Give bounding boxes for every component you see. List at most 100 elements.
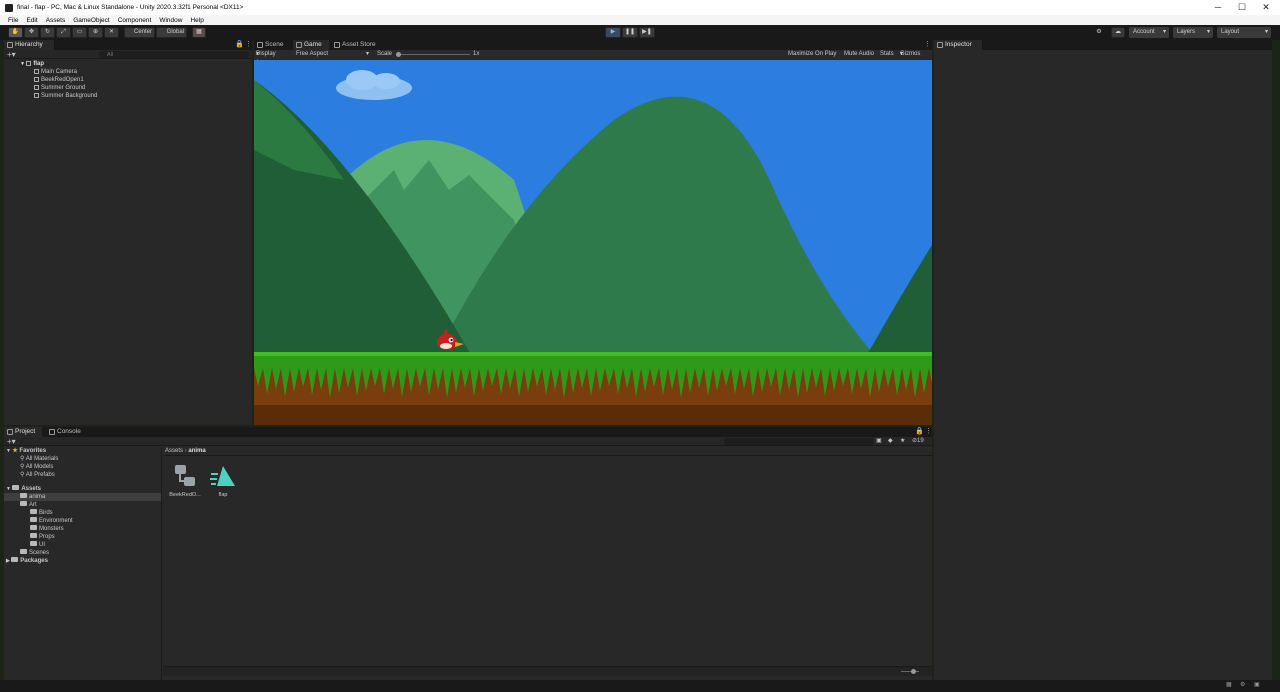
create-plus-icon[interactable]: +▾	[7, 437, 16, 446]
tab-hierarchy[interactable]: Hierarchy	[4, 40, 54, 50]
menu-gameobject[interactable]: GameObject	[73, 17, 110, 24]
create-plus-icon[interactable]: +▾	[7, 50, 16, 59]
bug-icon[interactable]: ⚙	[1240, 681, 1245, 688]
gizmos-dropdown[interactable]: Gizmos ▾	[900, 50, 920, 59]
tree-item[interactable]: Environment	[4, 517, 161, 525]
tree-item[interactable]: Props	[4, 533, 161, 541]
favorite-item[interactable]: ⚲ All Prefabs	[20, 471, 55, 479]
menu-assets[interactable]: Assets	[46, 17, 66, 24]
tab-inspector[interactable]: Inspector	[934, 40, 982, 50]
folder-icon	[30, 509, 37, 514]
favorites-header[interactable]: ▼ ★ Favorites	[6, 447, 46, 455]
game-tab-label: Game	[304, 41, 322, 48]
custom-tool-icon[interactable]: ✕	[104, 27, 119, 38]
filter-type-icon[interactable]: ▣	[876, 437, 882, 446]
lock-icon[interactable]: 🔒	[235, 40, 244, 50]
account-dropdown[interactable]: Account	[1129, 27, 1169, 38]
rect-tool-icon[interactable]: ▭	[72, 27, 87, 38]
main-toolbar: ✋ ✥ ↻ ⤢ ▭ ⊕ ✕ Center Global ▦ ▶ ❚❚ ▶❚ ⚙ …	[0, 25, 1280, 40]
hidden-packages-toggle[interactable]: ⊘19	[912, 437, 924, 446]
panel-menu-icon[interactable]: ⋮	[245, 40, 252, 50]
assets-header[interactable]: ▼ Assets	[6, 485, 41, 493]
favorite-item[interactable]: ⚲ All Models	[20, 463, 53, 471]
breadcrumb-anima[interactable]: anima	[188, 448, 205, 454]
menu-help[interactable]: Help	[190, 17, 203, 24]
animator-controller-icon	[175, 465, 195, 486]
hierarchy-search-input[interactable]	[99, 51, 249, 58]
lock-icon[interactable]: 🔒	[915, 427, 924, 437]
tree-item-label: Props	[39, 534, 55, 540]
hierarchy-panel: Hierarchy 🔒 ⋮ +▾ ▼ flap Main Camera Beek…	[4, 40, 252, 425]
folder-icon	[12, 485, 20, 490]
step-button[interactable]: ▶❚	[639, 27, 655, 38]
asset-animator-controller[interactable]: BeekRedO...	[165, 462, 205, 498]
pivot-center-toggle[interactable]: Center	[124, 27, 155, 38]
layout-dropdown[interactable]: Layout	[1217, 27, 1271, 38]
tree-item[interactable]: Art	[4, 501, 161, 509]
tree-item[interactable]: Birds	[4, 509, 161, 517]
rotate-tool-icon[interactable]: ↻	[40, 27, 55, 38]
panel-menu-icon[interactable]: ⋮	[925, 427, 932, 437]
tab-console[interactable]: Console	[46, 427, 86, 437]
close-button[interactable]: ✕	[1254, 0, 1278, 15]
gameobject-icon	[34, 93, 39, 98]
cloud-icon[interactable]: ☁	[1111, 27, 1125, 38]
filter-label-icon[interactable]: ◆	[888, 437, 893, 446]
display-dropdown[interactable]: Display 1 ▾	[256, 50, 276, 66]
pause-button[interactable]: ❚❚	[622, 27, 638, 38]
scale-tool-icon[interactable]: ⤢	[56, 27, 71, 38]
layers-dropdown[interactable]: Layers	[1173, 27, 1213, 38]
transform-tool-icon[interactable]: ⊕	[88, 27, 103, 38]
scale-slider-track[interactable]	[396, 54, 470, 55]
space-global-toggle[interactable]: Global	[156, 27, 187, 38]
menu-component[interactable]: Component	[118, 17, 152, 24]
game-view[interactable]	[254, 60, 932, 425]
move-tool-icon[interactable]: ✥	[24, 27, 39, 38]
grid-snap-icon[interactable]: ▦	[192, 27, 206, 38]
scale-slider-thumb[interactable]	[396, 52, 401, 57]
mute-audio-toggle[interactable]: Mute Audio	[844, 50, 874, 59]
project-search-input[interactable]	[724, 438, 874, 445]
tree-item[interactable]: Scenes	[4, 549, 161, 557]
maximize-button[interactable]: ☐	[1230, 0, 1254, 15]
tab-project[interactable]: Project	[4, 427, 42, 437]
scene-row[interactable]: ▼ flap	[20, 60, 44, 68]
center-tabbar: Scene Game Asset Store ⋮	[254, 40, 932, 50]
hierarchy-item[interactable]: Summer Ground	[34, 84, 85, 92]
breadcrumb-assets[interactable]: Assets	[165, 448, 183, 454]
project-content: Assets › anima BeekRedO... flap	[163, 447, 932, 680]
collab-icon[interactable]: ⚙	[1092, 27, 1106, 38]
game-scene-render	[254, 60, 932, 425]
stats-toggle[interactable]: Stats	[880, 50, 894, 59]
dirt-dark	[254, 405, 932, 425]
zoom-slider-thumb[interactable]	[911, 669, 916, 674]
asset-animation-clip[interactable]: flap	[203, 462, 243, 498]
tree-item[interactable]: anima	[4, 493, 161, 501]
minimize-button[interactable]: ─	[1206, 0, 1230, 15]
scale-label: Scale	[377, 51, 393, 57]
maximize-on-play-toggle[interactable]: Maximize On Play	[788, 50, 836, 59]
tree-item[interactable]: Monsters	[4, 525, 161, 533]
tab-scene[interactable]: Scene	[254, 40, 292, 50]
menu-file[interactable]: File	[8, 17, 18, 24]
menu-window[interactable]: Window	[159, 17, 182, 24]
packages-header[interactable]: ▶ Packages	[6, 557, 48, 565]
hierarchy-item[interactable]: Main Camera	[34, 68, 77, 76]
hand-tool-icon[interactable]: ✋	[8, 27, 23, 38]
hierarchy-tab-label: Hierarchy	[15, 41, 43, 48]
folder-tab-icon	[7, 429, 13, 435]
favorite-star-icon[interactable]: ★	[900, 437, 905, 446]
panel-menu-icon[interactable]: ⋮	[924, 40, 931, 50]
menu-edit[interactable]: Edit	[26, 17, 37, 24]
notification-icon[interactable]: ▣	[1254, 681, 1260, 688]
window-titlebar: final - flap - PC, Mac & Linux Standalon…	[0, 0, 1280, 15]
play-button[interactable]: ▶	[605, 27, 621, 38]
hierarchy-item[interactable]: BeekRedOpen1	[34, 76, 84, 84]
zoom-slider-track[interactable]	[901, 671, 919, 672]
scene-tab-icon	[257, 42, 263, 48]
favorite-item[interactable]: ⚲ All Materials	[20, 455, 58, 463]
tab-asset-store[interactable]: Asset Store	[331, 40, 383, 50]
hierarchy-item[interactable]: Summer Background	[34, 92, 97, 100]
tab-game[interactable]: Game	[293, 40, 329, 50]
tree-item[interactable]: UI	[4, 541, 161, 549]
